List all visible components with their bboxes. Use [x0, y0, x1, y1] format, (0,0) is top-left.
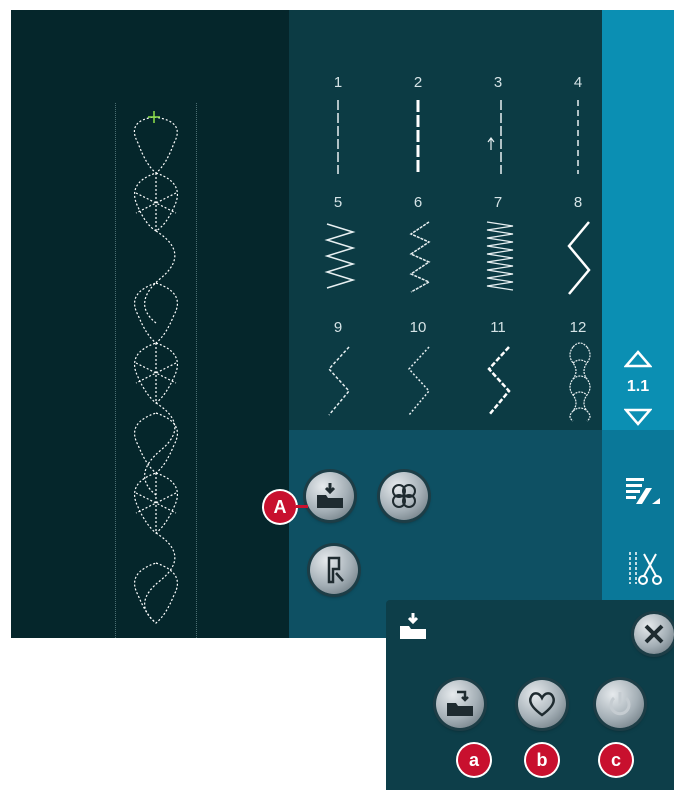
stitch-button-10[interactable]: 10: [383, 315, 453, 427]
stitch-button-6[interactable]: 6: [383, 190, 453, 302]
page-down-icon[interactable]: [624, 408, 652, 426]
stitch-menu-icon: [626, 478, 660, 504]
power-button[interactable]: [596, 680, 644, 728]
load-folder-icon: [447, 690, 473, 716]
presser-foot-icon: [327, 556, 344, 584]
stitch-button-7[interactable]: 7: [463, 190, 533, 302]
zigzag-stitch-icon: [324, 223, 356, 289]
bold-zigzag-icon: [487, 346, 511, 416]
satin-stitch-icon: [486, 221, 514, 291]
stitch-number: 11: [490, 319, 506, 336]
honeycomb-stitch-icon: [569, 342, 591, 422]
stitch-number: 3: [493, 74, 503, 91]
page-up-icon[interactable]: [624, 350, 652, 368]
stitch-button-5[interactable]: 5: [303, 190, 373, 302]
callout-connector: [296, 505, 308, 508]
embroidery-stitch-preview: [115, 103, 197, 638]
stitch-number: 5: [333, 194, 343, 211]
stitch-pattern-graphic: [133, 111, 178, 624]
favorites-button[interactable]: [518, 680, 566, 728]
stitch-number: 9: [333, 319, 343, 336]
decorative-stitch-button[interactable]: [380, 472, 428, 520]
wide-zigzag-icon: [567, 221, 591, 295]
close-icon: [644, 624, 664, 644]
three-step-zigzag-icon: [409, 221, 431, 293]
stitch-number: 7: [493, 194, 503, 211]
stitch-menu: 1 2 3 4 5 6 7 8 9 10 11 12: [289, 10, 602, 430]
callout-a-main: A: [264, 491, 296, 523]
load-button[interactable]: [306, 472, 354, 520]
stitch-button-1[interactable]: 1: [303, 70, 373, 182]
load-popup: a b c: [386, 600, 674, 790]
flower-stitch-icon: [392, 484, 416, 508]
load-from-file-button[interactable]: [436, 680, 484, 728]
straight-stitch-icon: [337, 100, 339, 174]
stitch-button-9[interactable]: 9: [303, 315, 373, 427]
straight-stitch-icon: [416, 100, 420, 174]
dotted-zigzag-icon: [407, 346, 430, 416]
dotted-zigzag-icon: [327, 346, 350, 416]
callout-b-favorites: b: [526, 744, 558, 776]
stitch-number: 2: [413, 74, 423, 91]
stitch-button-2[interactable]: 2: [383, 70, 453, 182]
tab-scissors[interactable]: [602, 538, 674, 604]
load-folder-icon: [400, 613, 426, 639]
close-button[interactable]: [634, 614, 674, 654]
presser-foot-button[interactable]: [310, 546, 358, 594]
callout-c-power: c: [600, 744, 632, 776]
heart-icon: [529, 692, 555, 717]
scissors-icon: [629, 552, 662, 585]
straight-stitch-icon: [577, 100, 579, 174]
load-folder-icon: [317, 483, 343, 508]
callout-a-load: a: [458, 744, 490, 776]
stitch-button-3[interactable]: 3: [463, 70, 533, 182]
stitch-number: 1: [333, 74, 343, 91]
pager: 1.1: [602, 340, 674, 440]
power-icon: [609, 692, 631, 716]
stitch-number: 10: [409, 319, 427, 336]
page-indicator: 1.1: [626, 378, 650, 395]
stitch-number: 6: [413, 194, 423, 211]
stitch-button-11[interactable]: 11: [463, 315, 533, 427]
stretch-stitch-icon: [487, 100, 502, 174]
tab-stitch-menu[interactable]: [602, 460, 674, 526]
